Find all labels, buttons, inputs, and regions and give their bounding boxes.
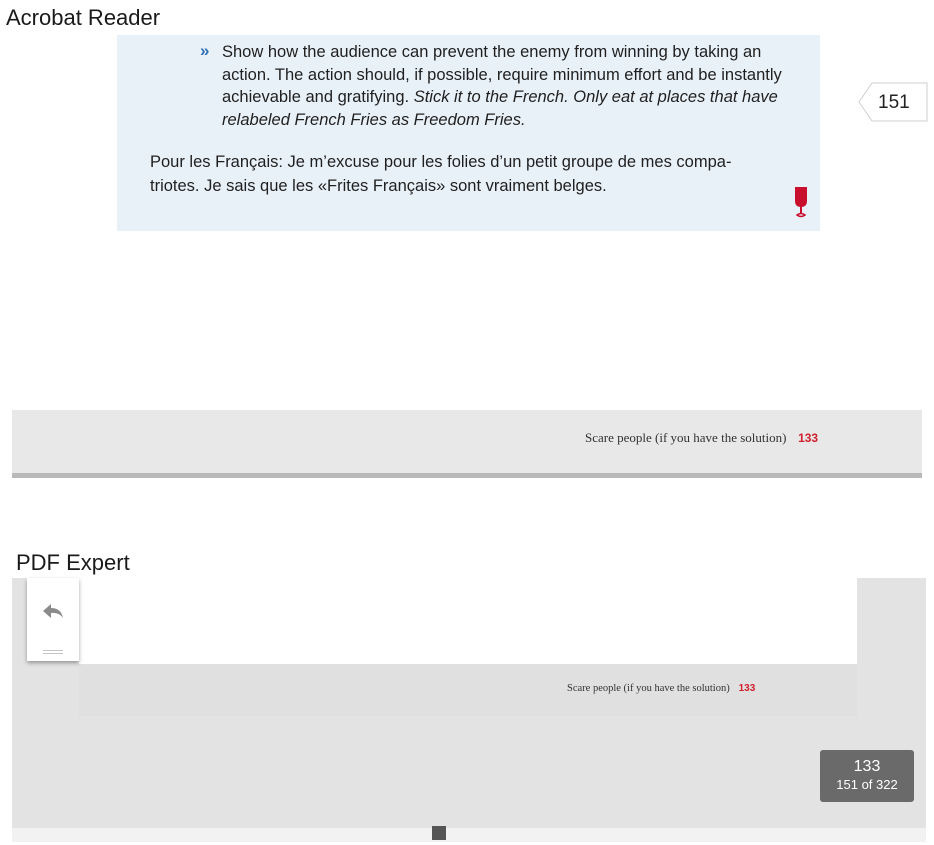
pdf-expert-footer-title: Scare people (if you have the solution) [567, 683, 730, 694]
scroll-thumb[interactable] [432, 826, 446, 840]
pdf-expert-footer-line: Scare people (if you have the solution) … [567, 682, 755, 694]
pdf-expert-page [79, 578, 857, 664]
pdf-expert-footer-page: 133 [738, 683, 756, 694]
badge-page-number: 133 [853, 758, 881, 775]
acrobat-footer-page: 133 [798, 431, 819, 445]
bullet-marker: » [200, 41, 210, 60]
pour-paragraph: Pour les Français: Je m’excuse pour les … [150, 153, 732, 195]
pdf-expert-page-footer: Scare people (if you have the solution) … [79, 664, 857, 716]
acrobat-footer-title: Scare people (if you have the solution) [585, 430, 787, 445]
acrobat-section-label: Acrobat Reader [6, 5, 161, 30]
page-indicator-badge: 133 151 of 322 [820, 750, 914, 802]
back-arrow-icon[interactable] [41, 602, 65, 620]
scroll-track[interactable] [12, 828, 926, 842]
acrobat-footer-line: Scare people (if you have the solution) … [585, 430, 818, 446]
wine-glass-icon [795, 187, 807, 218]
badge-page-count: 151 of 322 [836, 777, 898, 792]
page-tab-number: 151 [878, 92, 910, 113]
bullet-item: » Show how the audience can prevent the … [200, 41, 782, 131]
page-divider [12, 473, 922, 478]
page-number-tab[interactable]: 151 [858, 82, 928, 122]
pdf-expert-section-label: PDF Expert [16, 550, 130, 575]
drag-handle-icon[interactable] [43, 650, 63, 656]
acrobat-page-footer: Scare people (if you have the solution) … [12, 410, 922, 473]
bullet-text: Show how the audience can prevent the en… [222, 41, 782, 131]
acrobat-page-content: » Show how the audience can prevent the … [117, 35, 820, 231]
back-panel[interactable] [27, 578, 79, 661]
